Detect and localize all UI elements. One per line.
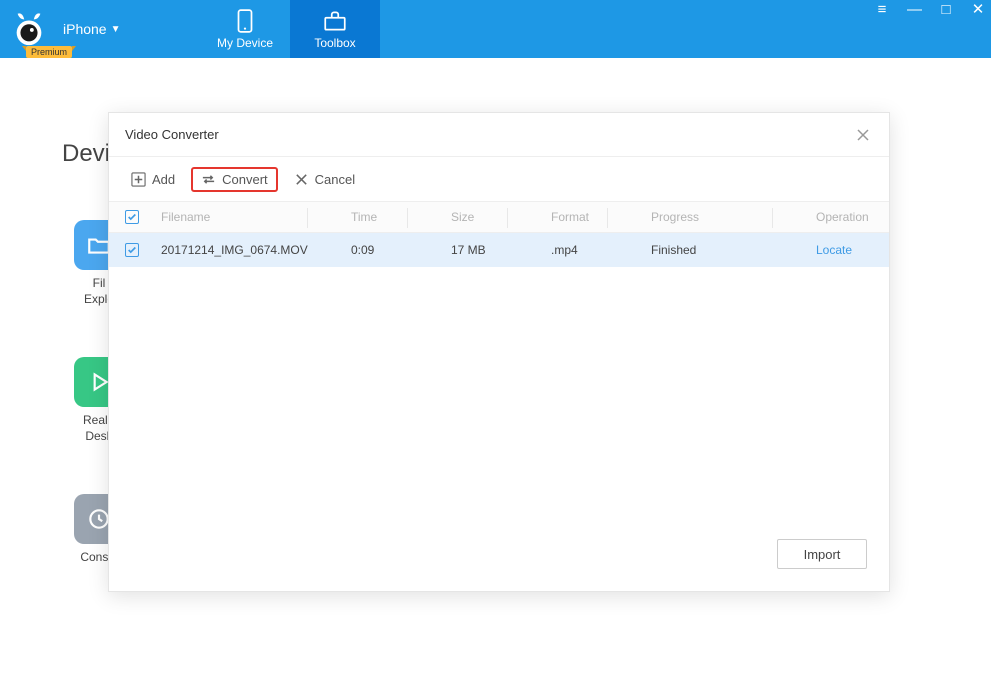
modal-footer: Import <box>777 539 867 569</box>
app-logo-icon <box>10 10 48 48</box>
cancel-button-label: Cancel <box>315 172 355 187</box>
modal-header: Video Converter <box>109 113 889 157</box>
table-header: Filename Time Size Format Progress Opera… <box>109 201 889 233</box>
video-converter-modal: Video Converter Add Convert Cancel Filen… <box>108 112 890 592</box>
import-button[interactable]: Import <box>777 539 867 569</box>
tab-toolbox[interactable]: Toolbox <box>290 0 380 58</box>
th-filename: Filename <box>151 202 351 232</box>
modal-title: Video Converter <box>125 127 219 142</box>
tab-toolbox-label: Toolbox <box>314 36 355 50</box>
cell-time: 0:09 <box>351 233 451 267</box>
premium-badge: Premium <box>26 46 72 58</box>
minimize-icon[interactable]: — <box>907 4 921 16</box>
convert-button-label: Convert <box>222 172 268 187</box>
logo-area: iPhone ▼ Premium <box>0 0 200 58</box>
convert-button[interactable]: Convert <box>191 167 278 192</box>
cancel-button[interactable]: Cancel <box>288 168 361 191</box>
maximize-icon[interactable]: □ <box>939 4 953 16</box>
table-row[interactable]: 20171214_IMG_0674.MOV 0:09 17 MB .mp4 Fi… <box>109 233 889 267</box>
th-progress: Progress <box>651 202 816 232</box>
cell-filename: 20171214_IMG_0674.MOV <box>151 233 351 267</box>
row-checkbox[interactable] <box>125 243 139 257</box>
tab-my-device[interactable]: My Device <box>200 0 290 58</box>
th-format: Format <box>551 202 651 232</box>
locate-link[interactable]: Locate <box>816 233 889 267</box>
nav-tabs: My Device Toolbox <box>200 0 380 58</box>
tab-my-device-label: My Device <box>217 36 273 50</box>
modal-close-icon[interactable] <box>853 125 873 145</box>
add-button[interactable]: Add <box>125 168 181 191</box>
menu-icon[interactable]: ≡ <box>875 4 889 16</box>
close-icon[interactable]: ✕ <box>971 4 985 16</box>
window-controls: ≡ — □ ✕ <box>875 4 985 16</box>
th-time: Time <box>351 202 451 232</box>
cell-size: 17 MB <box>451 233 551 267</box>
modal-toolbar: Add Convert Cancel <box>109 157 889 201</box>
chevron-down-icon[interactable]: ▼ <box>111 24 121 35</box>
cell-progress: Finished <box>651 233 816 267</box>
cell-format: .mp4 <box>551 233 651 267</box>
th-size: Size <box>451 202 551 232</box>
device-selector-label: iPhone <box>63 21 107 37</box>
select-all-checkbox[interactable] <box>125 210 139 224</box>
add-button-label: Add <box>152 172 175 187</box>
th-operation: Operation <box>816 202 889 232</box>
topbar: iPhone ▼ Premium My Device Toolbox ≡ — □… <box>0 0 991 58</box>
